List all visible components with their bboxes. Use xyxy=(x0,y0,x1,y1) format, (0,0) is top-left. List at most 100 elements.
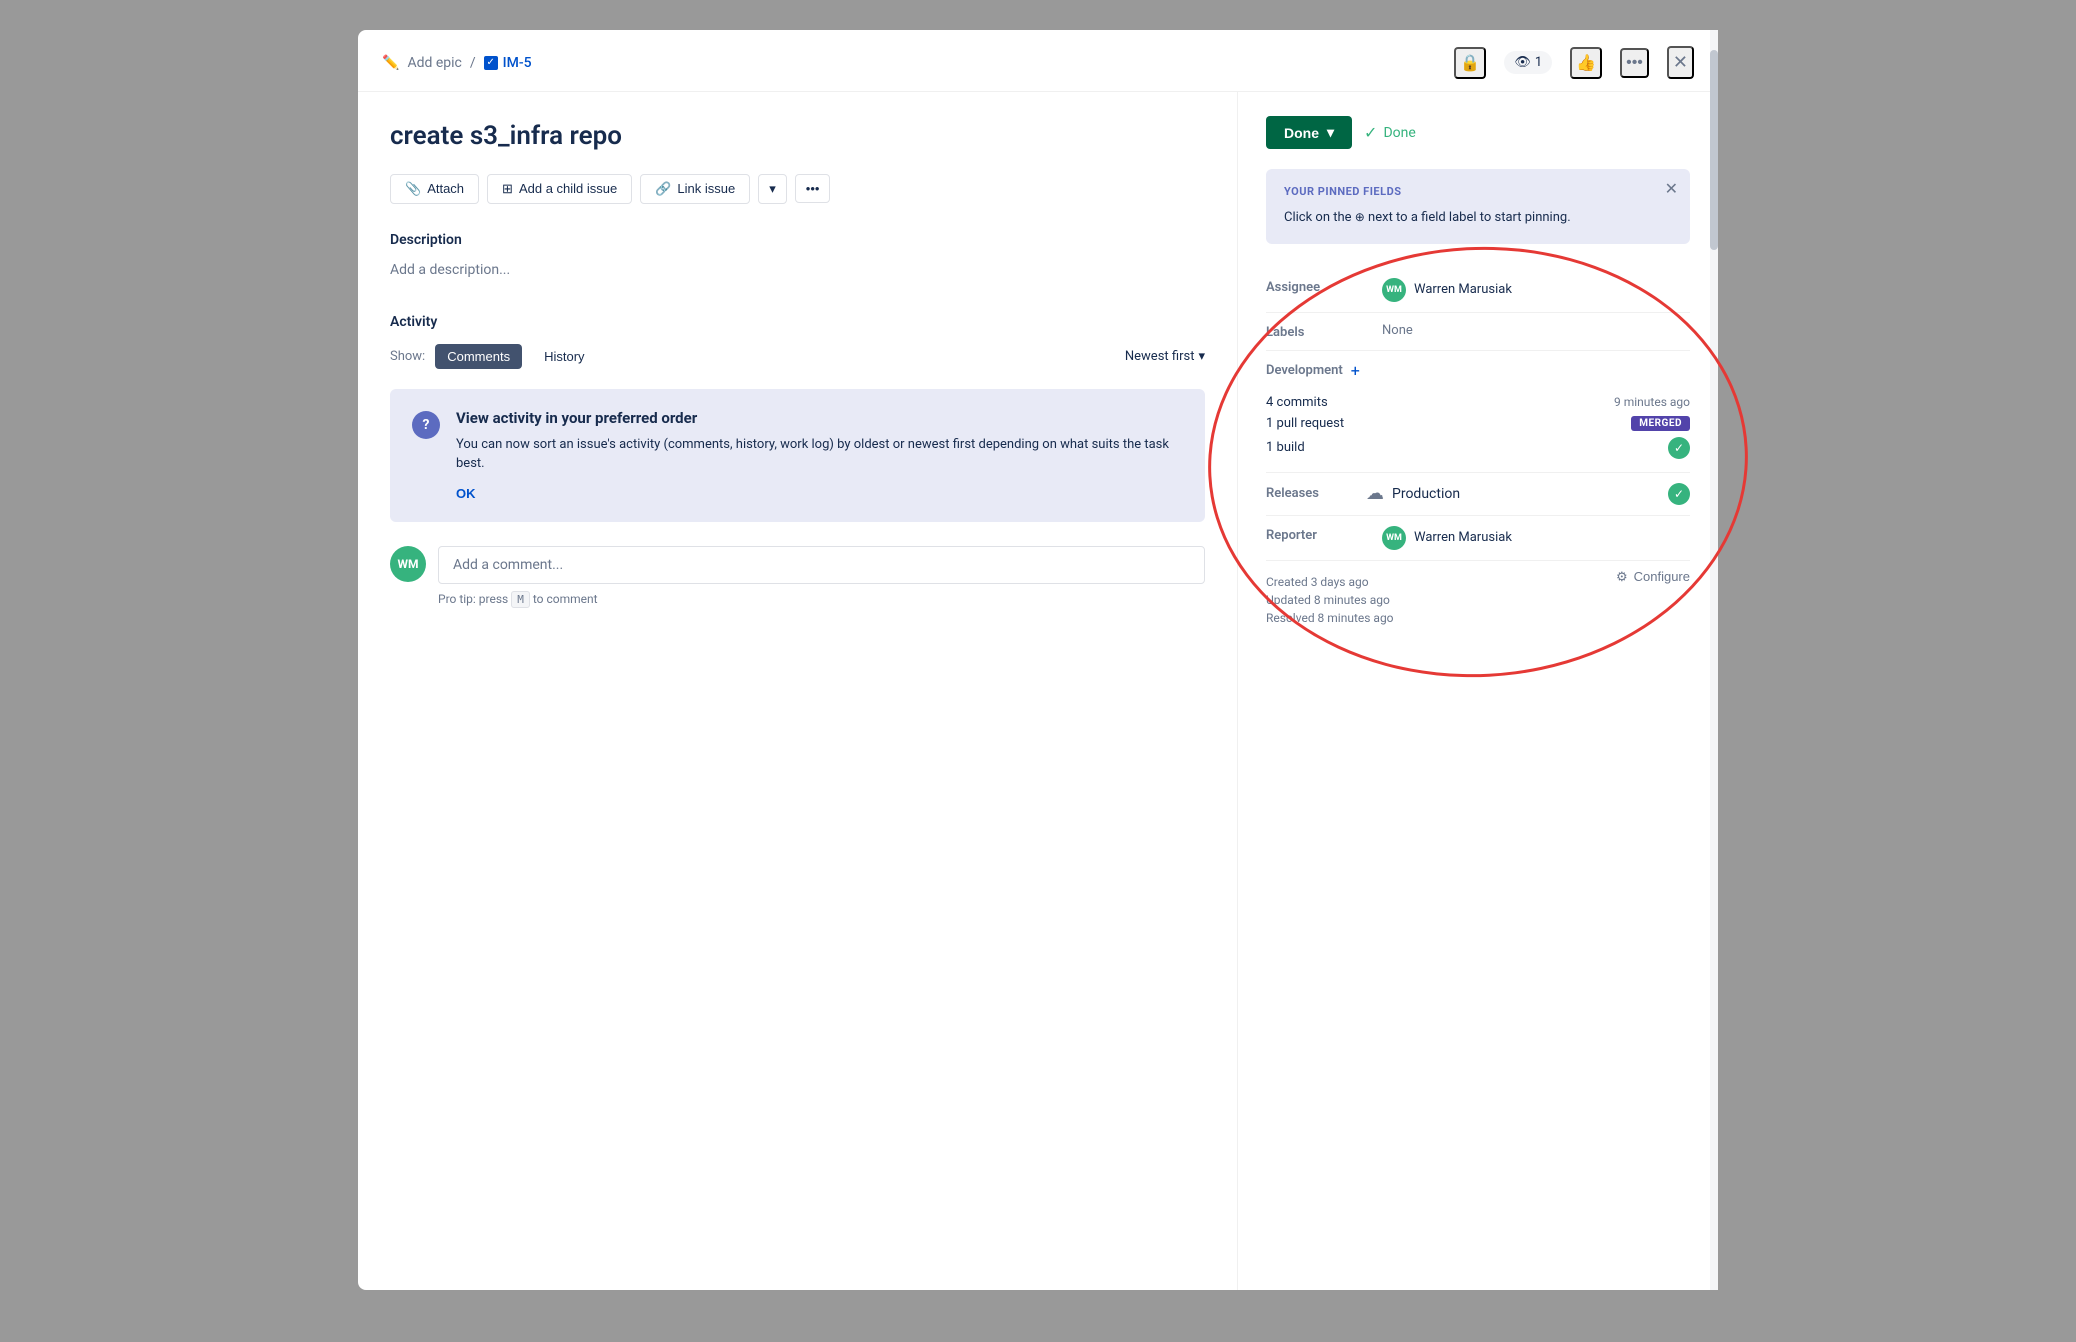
add-child-issue-button[interactable]: ⊞ Add a child issue xyxy=(487,174,632,204)
pinned-fields-title: YOUR PINNED FIELDS xyxy=(1284,185,1672,198)
description-label: Description xyxy=(390,232,1205,248)
pin-icon: ⊕ xyxy=(1355,210,1365,224)
show-label: Show: xyxy=(390,349,425,364)
releases-value: ☁ Production xyxy=(1366,483,1668,504)
info-icon: ? xyxy=(412,411,440,439)
more-options-button[interactable]: ••• xyxy=(1620,48,1649,78)
more-actions-button[interactable]: ••• xyxy=(795,174,831,203)
gear-icon: ⚙ xyxy=(1616,569,1628,585)
status-row: Done ▾ ✓ Done xyxy=(1266,116,1690,149)
expand-button[interactable]: ▾ xyxy=(758,174,787,204)
build-item: 1 build ✓ xyxy=(1266,434,1690,462)
info-body: You can now sort an issue's activity (co… xyxy=(456,435,1183,474)
labels-value: None xyxy=(1382,323,1690,338)
pinned-fields-text: Click on the ⊕ next to a field label to … xyxy=(1284,208,1672,228)
like-button[interactable]: 👍 xyxy=(1570,47,1602,79)
breadcrumb-sep: / xyxy=(470,55,476,71)
watch-count: 1 xyxy=(1535,55,1542,70)
commits-time: 9 minutes ago xyxy=(1614,395,1690,409)
done-status: ✓ Done xyxy=(1364,123,1416,142)
build-check-icon: ✓ xyxy=(1668,437,1690,459)
reporter-name: Warren Marusiak xyxy=(1414,530,1512,545)
issue-checkbox-icon xyxy=(484,56,498,70)
description-input[interactable]: Add a description... xyxy=(390,258,1205,282)
modal-body: create s3_infra repo 📎 Attach ⊞ Add a ch… xyxy=(358,92,1718,1290)
user-avatar: WM xyxy=(390,546,426,582)
ok-button[interactable]: OK xyxy=(456,486,476,501)
reporter-row[interactable]: Reporter WM Warren Marusiak xyxy=(1266,516,1690,561)
pull-request-item: 1 pull request MERGED xyxy=(1266,413,1690,434)
assignee-value: WM Warren Marusiak xyxy=(1382,278,1690,302)
activity-controls: Show: Comments History Newest first ▾ xyxy=(390,344,1205,369)
commits-label[interactable]: 4 commits xyxy=(1266,395,1328,410)
reporter-label: Reporter xyxy=(1266,526,1366,543)
lock-button[interactable]: 🔒 xyxy=(1454,47,1486,79)
issue-id-badge[interactable]: IM-5 xyxy=(484,55,532,71)
development-section: Development + 4 commits 9 minutes ago 1 … xyxy=(1266,351,1690,473)
child-issue-icon: ⊞ xyxy=(502,181,513,197)
pinned-fields-box: YOUR PINNED FIELDS Click on the ⊕ next t… xyxy=(1266,169,1690,244)
labels-row[interactable]: Labels None xyxy=(1266,313,1690,351)
right-panel: Done ▾ ✓ Done YOUR PINNED FIELDS Click o… xyxy=(1238,92,1718,1290)
action-bar: 📎 Attach ⊞ Add a child issue 🔗 Link issu… xyxy=(390,174,1205,204)
releases-row[interactable]: Releases ☁ Production ✓ xyxy=(1266,473,1690,516)
activity-label: Activity xyxy=(390,314,1205,330)
add-epic-link[interactable]: Add epic xyxy=(407,55,461,71)
done-chevron-icon: ▾ xyxy=(1327,124,1334,141)
comment-row: WM Add a comment... xyxy=(390,546,1205,584)
edit-icon: ✏️ xyxy=(382,55,399,71)
attach-button[interactable]: 📎 Attach xyxy=(390,174,479,204)
commits-item: 4 commits 9 minutes ago xyxy=(1266,392,1690,413)
sort-order[interactable]: Newest first ▾ xyxy=(1125,349,1205,364)
metadata-section: Created 3 days ago Updated 8 minutes ago… xyxy=(1266,561,1690,643)
production-label: Production xyxy=(1392,486,1460,502)
checkmark-icon: ✓ xyxy=(1364,123,1377,142)
comment-input[interactable]: Add a comment... xyxy=(438,546,1205,584)
development-label: Development xyxy=(1266,363,1343,378)
breadcrumb: ✏️ Add epic / IM-5 xyxy=(382,55,532,71)
close-button[interactable]: ✕ xyxy=(1667,46,1694,79)
issue-title[interactable]: create s3_infra repo xyxy=(390,120,1205,154)
assignee-row[interactable]: Assignee WM Warren Marusiak xyxy=(1266,268,1690,313)
pull-request-status: MERGED xyxy=(1631,416,1690,431)
production-check-icon: ✓ xyxy=(1668,483,1690,505)
configure-button[interactable]: ⚙ Configure xyxy=(1616,569,1690,585)
info-title: View activity in your preferred order xyxy=(456,409,1183,427)
eye-icon: 👁 xyxy=(1514,55,1531,70)
created-date: Created 3 days ago xyxy=(1266,575,1394,589)
releases-label: Releases xyxy=(1266,486,1366,501)
metadata-dates: Created 3 days ago Updated 8 minutes ago… xyxy=(1266,561,1394,643)
labels-label: Labels xyxy=(1266,323,1366,340)
merged-badge: MERGED xyxy=(1631,416,1690,431)
sort-chevron-icon: ▾ xyxy=(1198,349,1205,364)
resolved-date: Resolved 8 minutes ago xyxy=(1266,611,1394,625)
watch-badge[interactable]: 👁 1 xyxy=(1504,51,1552,74)
assignee-name: Warren Marusiak xyxy=(1414,282,1512,297)
close-pinned-fields-button[interactable]: ✕ xyxy=(1665,179,1678,199)
comments-tab[interactable]: Comments xyxy=(435,344,522,369)
history-tab[interactable]: History xyxy=(532,344,596,369)
development-header: Development + xyxy=(1266,361,1690,380)
keyboard-shortcut: M xyxy=(511,591,530,608)
link-icon: 🔗 xyxy=(655,181,671,197)
done-button[interactable]: Done ▾ xyxy=(1266,116,1352,149)
attach-icon: 📎 xyxy=(405,181,421,197)
build-label[interactable]: 1 build xyxy=(1266,440,1305,455)
reporter-value: WM Warren Marusiak xyxy=(1382,526,1690,550)
info-content: View activity in your preferred order Yo… xyxy=(456,409,1183,502)
link-issue-button[interactable]: 🔗 Link issue xyxy=(640,174,750,204)
activity-show-left: Show: Comments History xyxy=(390,344,597,369)
add-development-button[interactable]: + xyxy=(1351,361,1360,380)
pro-tip: Pro tip: press M to comment xyxy=(438,592,1205,606)
left-panel: create s3_infra repo 📎 Attach ⊞ Add a ch… xyxy=(358,92,1238,1290)
activity-section: Activity Show: Comments History Newest f… xyxy=(390,314,1205,606)
cloud-icon: ☁ xyxy=(1366,483,1384,504)
updated-date: Updated 8 minutes ago xyxy=(1266,593,1394,607)
modal-header: ✏️ Add epic / IM-5 🔒 👁 1 👍 ••• ✕ xyxy=(358,30,1718,92)
header-actions: 🔒 👁 1 👍 ••• ✕ xyxy=(1454,46,1694,79)
pull-request-label[interactable]: 1 pull request xyxy=(1266,416,1344,431)
build-status: ✓ xyxy=(1668,437,1690,459)
assignee-avatar: WM xyxy=(1382,278,1406,302)
reporter-avatar: WM xyxy=(1382,526,1406,550)
assignee-label: Assignee xyxy=(1266,278,1366,295)
